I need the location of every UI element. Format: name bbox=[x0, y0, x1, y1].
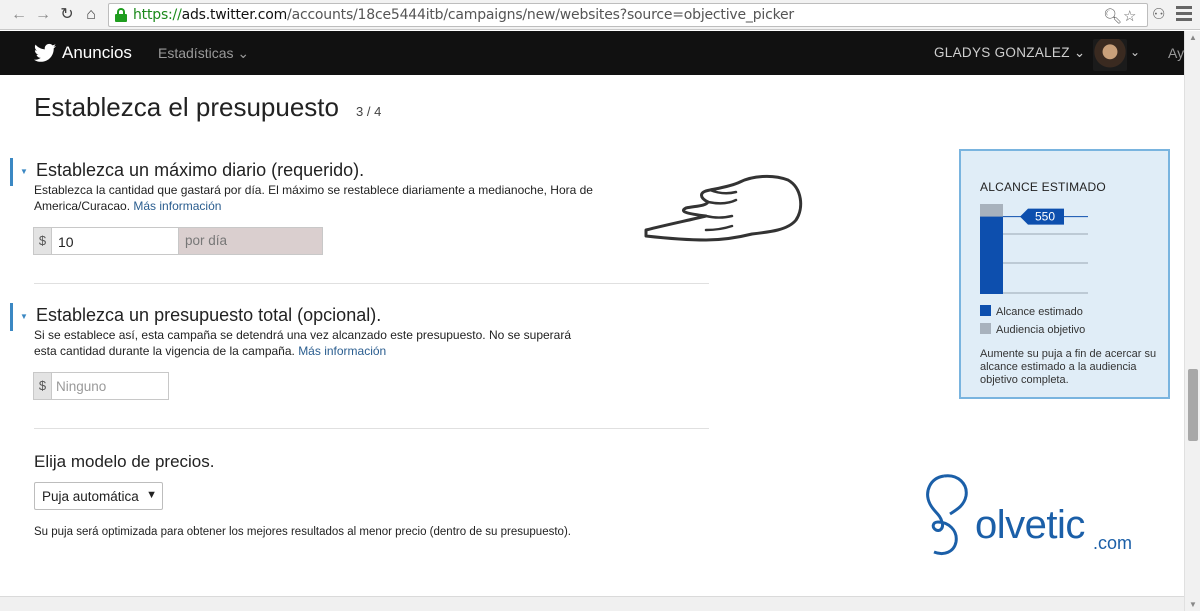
daily-max-description: Establezca la cantidad que gastará por d… bbox=[34, 183, 593, 213]
reach-chart: 550 bbox=[980, 204, 1088, 294]
legend-estimated: Alcance estimado bbox=[980, 305, 1083, 318]
page-scrollbar[interactable]: ▲ ▼ bbox=[1184, 31, 1200, 611]
step-indicator: 3 / 4 bbox=[356, 104, 382, 119]
forward-icon[interactable]: → bbox=[32, 4, 54, 26]
pricing-model-title: Elija modelo de precios. bbox=[34, 452, 215, 471]
url-text: https://ads.twitter.com/accounts/18ce544… bbox=[133, 7, 794, 23]
reload-icon[interactable]: ↻ bbox=[56, 4, 78, 26]
browser-toolbar: ← → ↻ ⌂ https://ads.twitter.com/accounts… bbox=[0, 0, 1200, 30]
total-budget-placeholder: Ninguno bbox=[56, 379, 107, 394]
scroll-down-icon[interactable]: ▼ bbox=[1189, 600, 1197, 609]
avatar-caret-icon[interactable]: ⌄ bbox=[1130, 45, 1140, 59]
select-arrow-icon: ▼ bbox=[146, 489, 157, 501]
daily-more-info-link[interactable]: Más información bbox=[133, 199, 221, 213]
total-budget-description: Si se establece así, esta campaña se det… bbox=[34, 328, 571, 358]
zoom-icon[interactable]: 🔍︎ bbox=[1103, 7, 1122, 25]
section-marker bbox=[10, 303, 13, 331]
pricing-note: Su puja será optimizada para obtener los… bbox=[34, 526, 571, 538]
help-menu[interactable]: Ay bbox=[1168, 45, 1184, 61]
estimated-reach-bar bbox=[980, 216, 1003, 294]
reach-marker-value: 550 bbox=[1035, 210, 1055, 224]
page-title: Establezca el presupuesto bbox=[34, 92, 339, 122]
twitter-nav: Anuncios Estadísticas ⌄ GLADYS GONZALEZ … bbox=[0, 31, 1184, 75]
star-icon[interactable]: ☆ bbox=[1123, 7, 1136, 25]
collapse-arrow-icon[interactable]: ▼ bbox=[20, 312, 28, 321]
scroll-up-icon[interactable]: ▲ bbox=[1189, 33, 1197, 42]
lock-icon bbox=[115, 8, 127, 22]
section-divider bbox=[34, 428, 709, 429]
avatar[interactable] bbox=[1093, 39, 1127, 71]
scroll-thumb[interactable] bbox=[1188, 369, 1198, 441]
daily-max-value[interactable]: 10 bbox=[58, 234, 74, 250]
reach-panel-title: ALCANCE ESTIMADO bbox=[980, 180, 1106, 194]
currency-label: $ bbox=[34, 228, 52, 254]
daily-max-input[interactable]: $ 10 bbox=[33, 227, 179, 255]
legend-swatch-audience bbox=[980, 323, 991, 334]
back-icon[interactable]: ← bbox=[8, 4, 30, 26]
bottom-edge bbox=[0, 596, 1184, 611]
pricing-model-select[interactable]: Puja automática ▼ bbox=[34, 482, 163, 510]
twitter-bird-icon[interactable] bbox=[34, 43, 56, 63]
logo-suffix: .com bbox=[1093, 533, 1133, 553]
total-more-info-link[interactable]: Más información bbox=[298, 344, 386, 358]
total-budget-title: Establezca un presupuesto total (opciona… bbox=[36, 305, 382, 325]
brand-label[interactable]: Anuncios bbox=[62, 43, 132, 63]
currency-label: $ bbox=[34, 373, 52, 399]
home-icon[interactable]: ⌂ bbox=[80, 4, 102, 26]
statistics-menu[interactable]: Estadísticas ⌄ bbox=[158, 45, 249, 62]
section-divider bbox=[34, 283, 709, 284]
estimated-reach-panel: ALCANCE ESTIMADO 550 Alcance estimado Au… bbox=[959, 149, 1170, 399]
total-budget-input[interactable]: $ Ninguno bbox=[33, 372, 169, 400]
collapse-arrow-icon[interactable]: ▼ bbox=[20, 167, 28, 176]
pricing-model-value: Puja automática bbox=[42, 489, 139, 504]
reach-note: Aumente su puja a fin de acercar su alca… bbox=[980, 348, 1157, 386]
user-menu[interactable]: GLADYS GONZALEZ ⌄ bbox=[934, 45, 1085, 61]
per-day-label: por día bbox=[178, 227, 323, 255]
menu-icon[interactable] bbox=[1176, 6, 1192, 22]
legend-audience: Audiencia objetivo bbox=[980, 323, 1085, 336]
address-bar[interactable]: https://ads.twitter.com/accounts/18ce544… bbox=[108, 3, 1148, 27]
section-marker bbox=[10, 158, 13, 186]
daily-max-title: Establezca un máximo diario (requerido). bbox=[36, 160, 365, 180]
pointing-hand-icon bbox=[644, 174, 803, 242]
extension-icon[interactable]: ⚇ bbox=[1152, 5, 1165, 23]
logo-wordmark: olvetic bbox=[975, 503, 1085, 547]
legend-swatch-estimated bbox=[980, 305, 991, 316]
